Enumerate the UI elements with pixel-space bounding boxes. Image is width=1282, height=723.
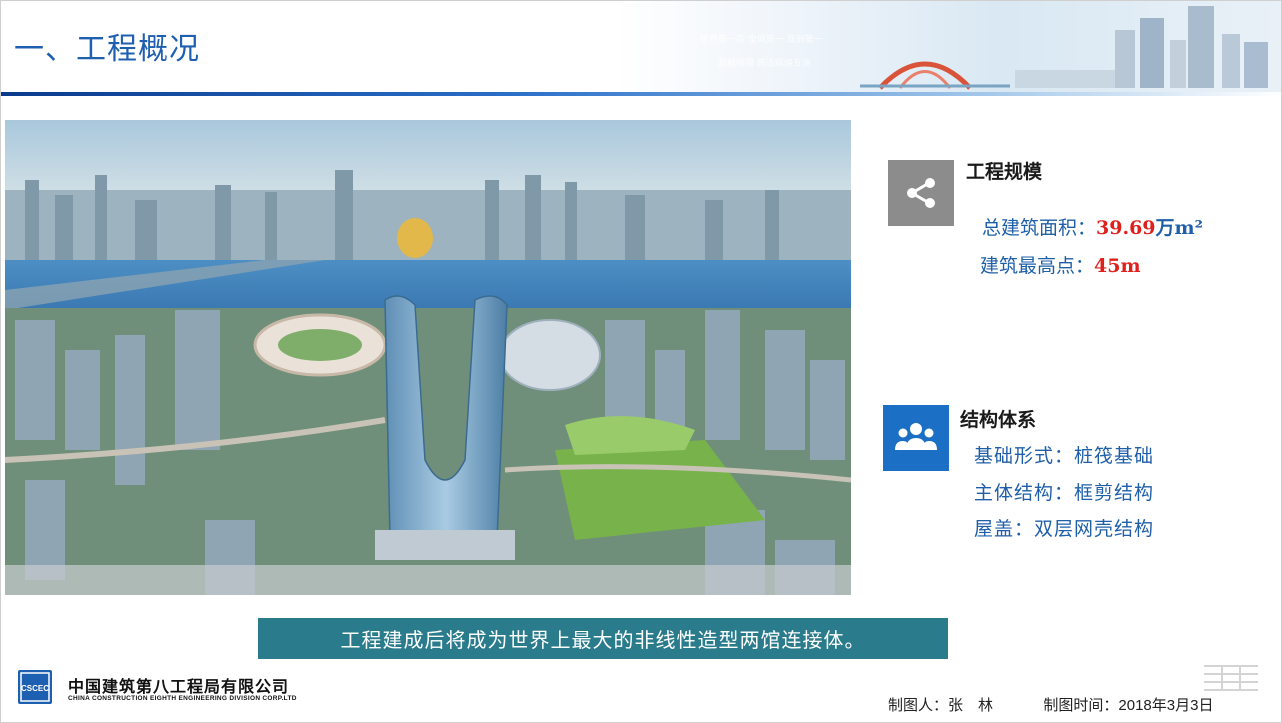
time-label: 制图时间：	[1043, 697, 1119, 714]
company-logo: CSCEC	[18, 670, 52, 704]
skyline-decoration	[860, 6, 1268, 90]
total-area-row: 总建筑面积：39.69万m²	[982, 213, 1203, 240]
share-icon	[888, 160, 954, 226]
header-banner: 一、工程概况 世界第一高 全城第一 亚洲第一 超越极限 再造辉煌五洲	[0, 0, 1282, 92]
team-icon	[883, 405, 949, 471]
time-value: 2018年3月3日	[1118, 697, 1214, 714]
author-name: 张 林	[948, 697, 994, 714]
footer-watermark-icon	[1204, 665, 1258, 691]
total-area-unit: 万m²	[1155, 217, 1203, 239]
max-height-value: 45m	[1094, 255, 1141, 277]
company-name-en: CHINA CONSTRUCTION EIGHTH ENGINEERING DI…	[68, 695, 297, 702]
total-area-value: 39.69	[1096, 217, 1156, 239]
caption-text: 工程建成后将成为世界上最大的非线性造型两馆连接体。	[340, 628, 866, 652]
structure-title: 结构体系	[960, 409, 1037, 431]
author-label: 制图人：	[888, 697, 949, 714]
header-divider	[0, 92, 1282, 96]
company-logo-text: CSCEC	[21, 684, 49, 693]
header-slogan-1: 世界第一高 全城第一 亚洲第一	[700, 35, 823, 45]
caption-box: 工程建成后将成为世界上最大的非线性造型两馆连接体。	[258, 618, 948, 659]
total-area-label: 总建筑面积：	[982, 217, 1097, 239]
structure-roof: 屋盖：双层网壳结构	[974, 518, 1155, 540]
max-height-label: 建筑最高点：	[980, 255, 1095, 277]
max-height-row: 建筑最高点：45m	[980, 251, 1141, 278]
structure-foundation: 基础形式：桩筏基础	[974, 445, 1155, 467]
project-rendering-image	[5, 120, 851, 595]
slide: 一、工程概况 世界第一高 全城第一 亚洲第一 超越极限 再造辉煌五洲 工程规模 …	[0, 0, 1282, 723]
header-slogan-2: 超越极限 再造辉煌五洲	[718, 59, 811, 69]
scale-title: 工程规模	[966, 161, 1043, 183]
footer-info: 制图人：张 林 制图时间：2018年3月3日	[888, 694, 1213, 715]
company-name-cn: 中国建筑第八工程局有限公司	[68, 679, 290, 696]
structure-main: 主体结构：框剪结构	[974, 482, 1155, 504]
